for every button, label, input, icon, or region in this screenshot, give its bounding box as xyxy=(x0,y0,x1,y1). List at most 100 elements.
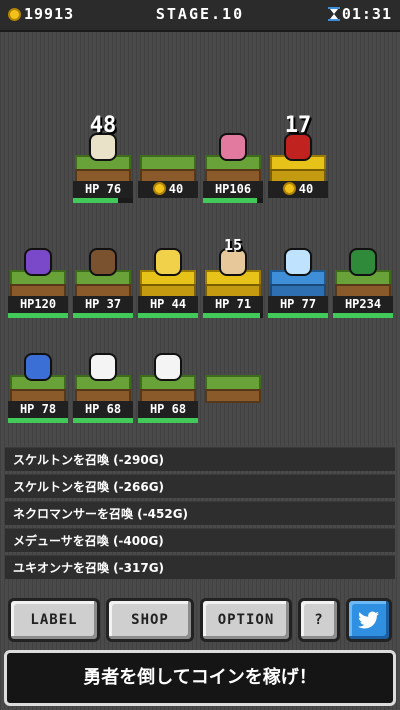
platform-block xyxy=(205,155,261,183)
hp-label: HP 78 xyxy=(8,401,68,418)
hp-value: HP 77 xyxy=(279,297,317,311)
hp-bar xyxy=(8,313,68,318)
shop-button[interactable]: SHOP xyxy=(106,598,194,642)
platform-block xyxy=(335,270,391,298)
cost-label: 40 xyxy=(268,181,328,198)
damage-number: 17 xyxy=(284,113,312,138)
cost-value: 40 xyxy=(298,182,314,196)
hp-bar-fill xyxy=(8,418,68,423)
hp-value: HP120 xyxy=(19,297,57,311)
monster-slot[interactable]: HP 68 xyxy=(73,355,133,435)
hp-bar xyxy=(73,313,133,318)
hp-bar-fill xyxy=(138,418,198,423)
monster-sprite xyxy=(351,250,375,274)
platform-block xyxy=(205,270,261,298)
hp-value: HP 37 xyxy=(84,297,122,311)
hp-bar xyxy=(268,313,328,318)
monster-slot[interactable] xyxy=(203,355,263,435)
monster-slot[interactable]: 40 xyxy=(138,135,198,215)
monster-slot[interactable]: 15 HP 71 xyxy=(203,236,263,330)
monster-slot[interactable]: 48 HP 76 xyxy=(73,113,133,215)
hp-bar xyxy=(203,198,263,203)
cost-value: 40 xyxy=(168,182,184,196)
coin-icon xyxy=(282,182,296,195)
hp-bar-fill xyxy=(73,198,118,203)
platform-block xyxy=(75,270,131,298)
summon-log-item: スケルトンを召喚 (-266G) xyxy=(5,474,395,498)
monster-sprite xyxy=(91,355,115,379)
hp-bar xyxy=(138,313,198,318)
hp-bar-fill xyxy=(138,313,198,318)
timer: 01:31 xyxy=(327,5,392,23)
hp-label: HP 77 xyxy=(268,296,328,313)
hp-bar xyxy=(8,418,68,423)
monster-sprite xyxy=(91,135,115,159)
monster-slot[interactable]: HP120 xyxy=(8,250,68,330)
monster-sprite xyxy=(91,250,115,274)
twitter-bird-icon xyxy=(358,611,379,629)
hp-label: HP 37 xyxy=(73,296,133,313)
monster-slot[interactable]: HP234 xyxy=(333,250,393,330)
hp-bar-fill xyxy=(8,313,68,318)
hp-label: HP 76 xyxy=(73,181,133,198)
platform-block xyxy=(140,375,196,403)
hp-value: HP 68 xyxy=(84,402,122,416)
hp-bar-fill xyxy=(268,313,328,318)
monster-slot[interactable]: HP106 xyxy=(203,135,263,215)
monster-slot[interactable]: HP 44 xyxy=(138,250,198,330)
platform-block xyxy=(10,375,66,403)
monster-slot[interactable]: HP 68 xyxy=(138,355,198,435)
hp-bar-fill xyxy=(203,198,257,203)
twitter-button[interactable] xyxy=(346,598,392,642)
monster-slot[interactable]: HP 77 xyxy=(268,250,328,330)
help-button[interactable]: ? xyxy=(298,598,340,642)
monster-sprite xyxy=(286,135,310,159)
hp-value: HP 44 xyxy=(149,297,187,311)
monster-sprite xyxy=(286,250,310,274)
summon-log-item: ネクロマンサーを召喚 (-452G) xyxy=(5,501,395,525)
cost-label: 40 xyxy=(138,181,198,198)
monster-slot[interactable]: 17 40 xyxy=(268,113,328,215)
hp-value: HP 71 xyxy=(214,297,252,311)
monster-slot[interactable]: HP 78 xyxy=(8,355,68,435)
monster-sprite xyxy=(156,250,180,274)
hp-label: HP 71 xyxy=(203,296,263,313)
hp-value: HP 76 xyxy=(84,182,122,196)
damage-number: 48 xyxy=(89,113,117,138)
hp-bar-fill xyxy=(203,313,260,318)
hp-bar xyxy=(333,313,393,318)
hp-value: HP106 xyxy=(214,182,252,196)
hp-bar-fill xyxy=(333,313,393,318)
option-button[interactable]: OPTION xyxy=(200,598,292,642)
platform-block xyxy=(140,155,196,183)
label-button[interactable]: LABEL xyxy=(8,598,100,642)
hp-label: HP106 xyxy=(203,181,263,198)
hp-label: HP 44 xyxy=(138,296,198,313)
hp-label: HP234 xyxy=(333,296,393,313)
monster-sprite xyxy=(26,250,50,274)
hp-value: HP 78 xyxy=(19,402,57,416)
summon-log-item: メデューサを召喚 (-400G) xyxy=(5,528,395,552)
platform-block xyxy=(75,375,131,403)
monster-sprite xyxy=(156,355,180,379)
hp-bar-fill xyxy=(73,313,133,318)
coin-icon xyxy=(152,182,166,195)
monster-slot[interactable]: HP 37 xyxy=(73,250,133,330)
platform-block xyxy=(270,270,326,298)
hp-label: HP 68 xyxy=(73,401,133,418)
platform-block xyxy=(10,270,66,298)
hp-bar xyxy=(73,418,133,423)
platform-block xyxy=(205,375,261,403)
hp-value: HP 68 xyxy=(149,402,187,416)
platform-block xyxy=(270,155,326,183)
platform-block xyxy=(75,155,131,183)
hp-bar xyxy=(138,418,198,423)
timer-value: 01:31 xyxy=(341,5,392,23)
hint-banner: 勇者を倒してコインを稼げ！ xyxy=(4,650,396,706)
hp-bar xyxy=(73,198,133,203)
top-hud: 19913 STAGE.10 01:31 xyxy=(0,0,400,32)
monster-sprite xyxy=(26,355,50,379)
hp-label: HP120 xyxy=(8,296,68,313)
hp-value: HP234 xyxy=(344,297,382,311)
damage-number: 15 xyxy=(223,236,243,254)
